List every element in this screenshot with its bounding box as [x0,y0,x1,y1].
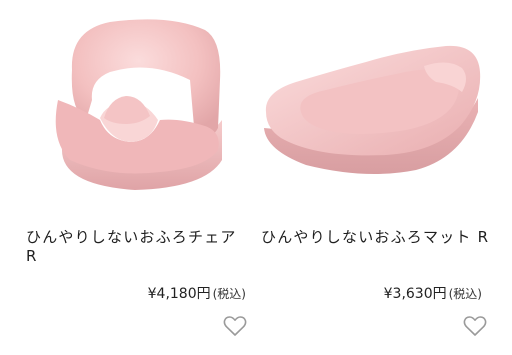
tax-label: (税込) [448,287,482,301]
product-grid: ひんやりしないおふろチェア R ¥4,180円 (税込) ひんやりしないおふろマ… [0,0,512,355]
product-price: ¥3,630円 [383,286,447,302]
product-name[interactable]: ひんやりしないおふろチェア R [26,228,248,266]
product-image[interactable] [0,0,256,200]
tax-label: (税込) [212,287,246,301]
price-row: ¥3,630円 (税込) [384,283,482,303]
product-card-bath-chair[interactable]: ひんやりしないおふろチェア R ¥4,180円 (税込) [0,0,256,355]
bath-chair-image [55,19,222,190]
heart-outline-icon[interactable] [463,315,487,337]
bath-mat-image [264,45,481,174]
price-row: ¥4,180円 (税込) [148,283,246,303]
product-image[interactable] [256,0,512,200]
heart-outline-icon[interactable] [223,315,247,337]
product-name[interactable]: ひんやりしないおふろマット R [261,228,501,247]
product-card-bath-mat[interactable]: ひんやりしないおふろマット R ¥3,630円 (税込) [256,0,512,355]
product-price: ¥4,180円 [147,286,211,302]
